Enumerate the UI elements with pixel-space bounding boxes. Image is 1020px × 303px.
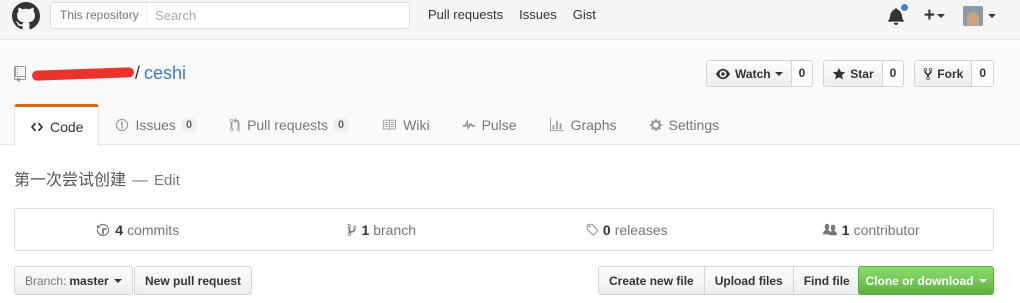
repo-actions: Watch 0 Star 0 Fork 0 xyxy=(696,60,994,87)
git-pull-request-icon xyxy=(229,118,241,132)
fork-label: Fork xyxy=(937,66,964,81)
find-file-button[interactable]: Find file xyxy=(793,266,861,295)
repo-description-text: 第一次尝试创建 xyxy=(14,172,127,189)
repo-name-link[interactable]: ceshi xyxy=(144,63,186,84)
github-octocat-icon[interactable] xyxy=(12,2,40,30)
gear-icon xyxy=(649,118,662,132)
branch-select-label: Branch: xyxy=(25,273,67,288)
clone-label: Clone or download xyxy=(865,273,974,288)
avatar xyxy=(963,6,983,26)
file-navigation-buttons: Create new file Upload files Find file xyxy=(598,266,861,295)
tab-graphs[interactable]: Graphs xyxy=(533,104,633,145)
code-icon xyxy=(30,122,44,131)
notification-indicator xyxy=(899,3,909,12)
star-count[interactable]: 0 xyxy=(882,60,905,87)
nav-pull-requests[interactable]: Pull requests xyxy=(428,7,503,22)
plus-icon: + xyxy=(923,5,935,26)
watch-button[interactable]: Watch xyxy=(706,60,792,87)
user-menu-button[interactable] xyxy=(963,6,996,26)
contributors-count: 1 xyxy=(841,221,850,238)
chevron-down-icon xyxy=(978,278,987,283)
nav-issues[interactable]: Issues xyxy=(519,7,557,22)
nav-gist[interactable]: Gist xyxy=(573,7,596,22)
contributors-label: contributor xyxy=(853,221,920,238)
site-search: This repository xyxy=(50,2,410,29)
history-icon xyxy=(97,223,110,236)
commits-label: commits xyxy=(127,221,180,238)
tab-wiki-label: Wiki xyxy=(403,117,430,133)
tab-issues[interactable]: Issues 0 xyxy=(99,104,213,145)
tab-pull-requests[interactable]: Pull requests 0 xyxy=(213,104,365,145)
search-input[interactable] xyxy=(147,3,409,28)
search-scope-label: This repository xyxy=(51,3,147,28)
tab-pulse[interactable]: Pulse xyxy=(446,104,533,145)
repo-path-separator: / xyxy=(135,63,141,83)
tab-wiki[interactable]: Wiki xyxy=(365,104,445,145)
tab-settings[interactable]: Settings xyxy=(633,104,736,145)
fork-button[interactable]: Fork xyxy=(914,60,973,87)
issues-count-badge: 0 xyxy=(180,117,198,133)
description-separator: — xyxy=(132,172,149,189)
header-user-actions: + xyxy=(888,3,996,26)
contributors-link[interactable]: 1 contributor xyxy=(749,209,994,250)
chevron-down-icon xyxy=(937,13,945,18)
branch-select-button[interactable]: Branch: master xyxy=(14,266,133,295)
fork-count[interactable]: 0 xyxy=(972,60,994,87)
repo-icon xyxy=(14,65,26,82)
tab-settings-label: Settings xyxy=(668,117,720,133)
eye-icon xyxy=(716,68,731,79)
repo-title: / ceshi xyxy=(14,63,186,84)
star-group: Star 0 xyxy=(823,60,905,87)
watch-count[interactable]: 0 xyxy=(791,60,814,87)
repo-header: / ceshi Watch 0 Star 0 Fork 0 Code Issue… xyxy=(0,41,1020,146)
watch-label: Watch xyxy=(735,66,771,81)
releases-label: releases xyxy=(614,221,668,238)
star-label: Star xyxy=(850,66,874,81)
clone-or-download-button[interactable]: Clone or download xyxy=(858,266,994,295)
watch-group: Watch 0 xyxy=(706,60,814,87)
edit-description-link[interactable]: Edit xyxy=(154,172,180,189)
pulse-icon xyxy=(462,119,475,130)
commits-count: 4 xyxy=(115,221,124,238)
tag-icon xyxy=(586,223,599,235)
new-pull-request-button[interactable]: New pull request xyxy=(134,266,253,295)
branches-link[interactable]: 1 branch xyxy=(260,209,505,250)
repo-description: 第一次尝试创建 — Edit xyxy=(14,166,180,190)
tab-graphs-label: Graphs xyxy=(570,117,617,133)
commits-link[interactable]: 4 commits xyxy=(15,209,260,250)
graph-icon xyxy=(549,118,564,132)
repo-nav-tabs: Code Issues 0 Pull requests 0 Wiki Pulse… xyxy=(14,104,736,146)
star-button[interactable]: Star xyxy=(823,60,883,87)
repo-owner-redacted[interactable] xyxy=(31,66,135,81)
numbers-summary: 4 commits 1 branch 0 releases 1 contribu… xyxy=(14,208,994,251)
book-icon xyxy=(383,119,397,131)
tab-code[interactable]: Code xyxy=(14,104,100,146)
chevron-down-icon xyxy=(988,14,996,18)
fork-group: Fork 0 xyxy=(914,60,994,87)
create-new-button[interactable]: + xyxy=(923,5,945,26)
tab-pull-requests-label: Pull requests xyxy=(247,117,328,133)
branches-count: 1 xyxy=(361,221,370,238)
repo-forked-icon xyxy=(923,67,933,80)
create-new-file-button[interactable]: Create new file xyxy=(598,266,705,295)
branches-label: branch xyxy=(373,221,417,238)
tab-pulse-label: Pulse xyxy=(481,117,517,133)
issue-opened-icon xyxy=(116,118,129,132)
releases-count: 0 xyxy=(602,221,611,238)
star-icon xyxy=(833,67,846,79)
tab-issues-label: Issues xyxy=(135,117,176,133)
upload-files-button[interactable]: Upload files xyxy=(704,266,794,295)
site-header: This repository Pull requests Issues Gis… xyxy=(0,0,1020,40)
git-branch-icon xyxy=(348,223,357,236)
branch-select-value: master xyxy=(69,273,109,288)
notifications-button[interactable] xyxy=(888,3,909,25)
chevron-down-icon xyxy=(774,71,783,76)
tab-code-label: Code xyxy=(50,118,84,135)
chevron-down-icon xyxy=(113,278,122,283)
header-nav: Pull requests Issues Gist xyxy=(428,7,612,22)
organization-icon xyxy=(822,223,837,235)
pull-requests-count-badge: 0 xyxy=(333,117,350,133)
releases-link[interactable]: 0 releases xyxy=(504,209,749,250)
